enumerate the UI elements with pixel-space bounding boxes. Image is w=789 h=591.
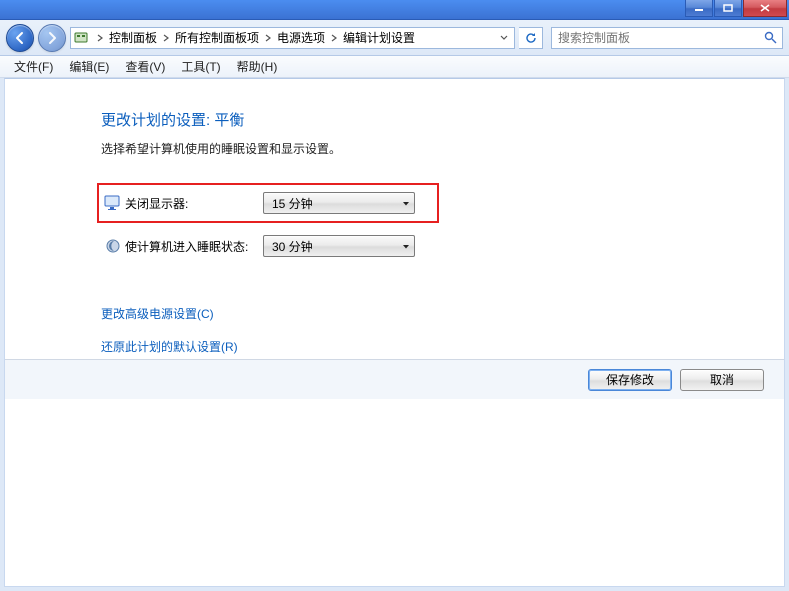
minimize-button[interactable] [685,0,713,17]
breadcrumb-separator[interactable] [327,34,341,42]
save-button[interactable]: 保存修改 [588,369,672,391]
breadcrumb-item[interactable]: 电源选项 [275,29,327,46]
turn-off-display-value: 15 分钟 [272,195,313,212]
page-title: 更改计划的设置: 平衡 [101,109,784,130]
menu-bar: 文件(F) 编辑(E) 查看(V) 工具(T) 帮助(H) [0,56,789,78]
arrow-right-icon [45,31,59,45]
restore-defaults-link[interactable]: 还原此计划的默认设置(R) [101,338,784,355]
advanced-power-settings-link[interactable]: 更改高级电源设置(C) [101,305,784,322]
search-box[interactable] [551,27,783,49]
breadcrumb-separator[interactable] [93,34,107,42]
search-icon [762,31,778,44]
page-subtitle: 选择希望计算机使用的睡眠设置和显示设置。 [101,140,784,157]
control-panel-icon [73,30,89,46]
menu-help[interactable]: 帮助(H) [229,56,286,77]
turn-off-display-label: 关闭显示器: [125,195,263,212]
chevron-down-icon [402,239,410,253]
window-titlebar [0,0,789,20]
address-dropdown[interactable] [496,35,512,41]
refresh-icon [524,31,538,45]
breadcrumb-separator[interactable] [159,34,173,42]
maximize-icon [723,4,733,12]
chevron-down-icon [500,35,508,41]
blank-area [5,399,784,586]
close-icon [760,4,770,12]
breadcrumb-item[interactable]: 编辑计划设置 [341,29,417,46]
menu-file[interactable]: 文件(F) [6,56,61,77]
back-button[interactable] [6,24,34,52]
refresh-button[interactable] [519,27,543,49]
sleep-select[interactable]: 30 分钟 [263,235,415,257]
monitor-icon [101,195,125,211]
navigation-bar: 控制面板 所有控制面板项 电源选项 编辑计划设置 [0,20,789,56]
maximize-button[interactable] [714,0,742,17]
breadcrumb-item[interactable]: 所有控制面板项 [173,29,261,46]
menu-tools[interactable]: 工具(T) [173,56,228,77]
action-bar: 保存修改 取消 [5,359,784,399]
moon-icon [101,238,125,254]
turn-off-display-select[interactable]: 15 分钟 [263,192,415,214]
close-button[interactable] [743,0,787,17]
cancel-button[interactable]: 取消 [680,369,764,391]
address-bar[interactable]: 控制面板 所有控制面板项 电源选项 编辑计划设置 [70,27,515,49]
search-input[interactable] [556,30,762,46]
forward-button[interactable] [38,24,66,52]
breadcrumb-item[interactable]: 控制面板 [107,29,159,46]
sleep-label: 使计算机进入睡眠状态: [125,238,263,255]
breadcrumb-separator[interactable] [261,34,275,42]
sleep-value: 30 分钟 [272,238,313,255]
minimize-icon [694,4,704,12]
menu-view[interactable]: 查看(V) [117,56,173,77]
arrow-left-icon [13,31,27,45]
links-section: 更改高级电源设置(C) 还原此计划的默认设置(R) [101,305,784,355]
chevron-down-icon [402,196,410,210]
content-panel: 更改计划的设置: 平衡 选择希望计算机使用的睡眠设置和显示设置。 关闭显示器: … [4,78,785,587]
sleep-row: 使计算机进入睡眠状态: 30 分钟 [101,229,784,263]
menu-edit[interactable]: 编辑(E) [61,56,117,77]
turn-off-display-row: 关闭显示器: 15 分钟 [97,183,439,223]
